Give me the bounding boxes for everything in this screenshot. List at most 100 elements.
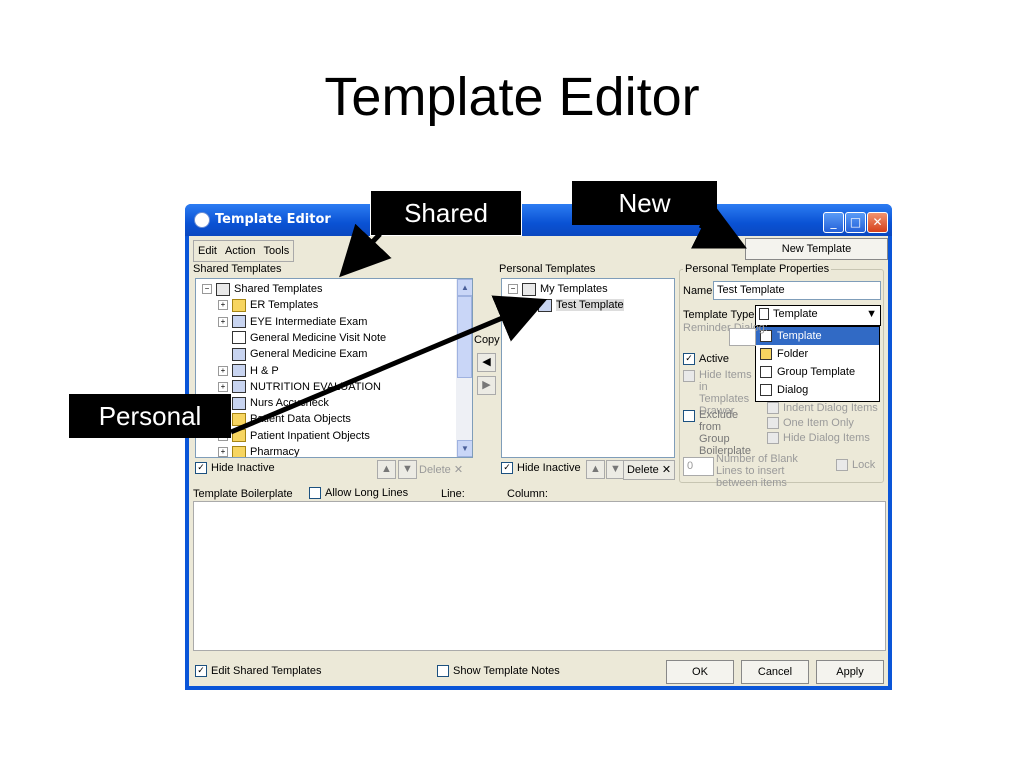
- expand-icon[interactable]: +: [218, 316, 228, 327]
- shared-hide-inactive[interactable]: ✓ Hide Inactive: [195, 462, 275, 475]
- checkbox-icon[interactable]: [683, 370, 695, 382]
- expand-icon[interactable]: +: [218, 300, 228, 311]
- tree-item-label: General Medicine Visit Note: [250, 331, 387, 344]
- type-option[interactable]: Folder: [756, 345, 879, 363]
- chevron-down-icon[interactable]: ▼: [866, 306, 877, 323]
- blank-lines-spinner[interactable]: 0: [683, 457, 714, 476]
- delete-x-icon: ✕: [453, 464, 464, 476]
- folder-icon: [232, 429, 246, 443]
- checkbox-icon[interactable]: ✓: [195, 665, 207, 678]
- scroll-up-icon[interactable]: ▲: [457, 279, 472, 296]
- document-icon: [759, 308, 769, 321]
- template-type-label: Template Type:: [683, 309, 758, 321]
- folder-icon: [232, 298, 246, 312]
- copy-label: Copy: [474, 334, 500, 346]
- scroll-down-icon[interactable]: ▼: [457, 440, 472, 457]
- boilerplate-editor[interactable]: [193, 501, 886, 651]
- menu-tools[interactable]: Tools: [264, 245, 290, 257]
- tree-item[interactable]: + Pharmacy: [218, 444, 300, 457]
- slide-title: Template Editor: [324, 67, 700, 127]
- new-template-button[interactable]: New Template: [745, 238, 888, 260]
- personal-templates-tree[interactable]: − My Templates Test Template: [501, 278, 675, 458]
- checkbox-icon[interactable]: [836, 459, 848, 472]
- shared-delete-button[interactable]: Delete ✕: [419, 463, 463, 476]
- title-bar[interactable]: Template Editor _ □ ✕: [185, 204, 892, 236]
- tree-item-label: Nurs Accucheck: [250, 397, 329, 410]
- book-icon: [522, 282, 536, 296]
- checkbox-icon[interactable]: [767, 417, 779, 430]
- expand-icon[interactable]: +: [218, 447, 228, 457]
- cancel-button[interactable]: Cancel: [741, 660, 809, 684]
- active-checkbox[interactable]: ✓ Active: [683, 353, 729, 366]
- tree-item[interactable]: + H & P: [218, 363, 279, 379]
- maximize-icon[interactable]: □: [845, 212, 866, 233]
- menu-edit[interactable]: Edit: [198, 245, 217, 257]
- checkbox-icon[interactable]: ✓: [501, 462, 513, 475]
- tree-item-label: EYE Intermediate Exam: [250, 315, 368, 328]
- exclude-checkbox[interactable]: Exclude from Group Boilerplate: [683, 409, 753, 457]
- collapse-icon[interactable]: −: [508, 284, 518, 295]
- tree-item[interactable]: Test Template: [524, 297, 624, 313]
- scroll-thumb[interactable]: [457, 296, 472, 378]
- type-option[interactable]: Group Template: [756, 363, 879, 381]
- edit-shared-checkbox[interactable]: ✓ Edit Shared Templates: [195, 665, 321, 678]
- checkbox-icon[interactable]: [767, 432, 779, 445]
- shared-templates-tree[interactable]: ▲ ▼ − Shared Templates + ER Templates + EYE I…: [195, 278, 473, 458]
- tree-item[interactable]: + ER Templates: [218, 297, 318, 313]
- type-option[interactable]: Dialog: [756, 381, 879, 399]
- apply-button[interactable]: Apply: [816, 660, 884, 684]
- book-icon: [216, 282, 230, 296]
- tree-item[interactable]: General Medicine Visit Note: [218, 330, 386, 346]
- indent-dialog-checkbox[interactable]: Indent Dialog Items: [767, 402, 878, 415]
- move-up-icon[interactable]: ▲: [586, 460, 605, 479]
- hide-dialog-items-checkbox[interactable]: Hide Dialog Items: [767, 432, 870, 445]
- reminder-dialog-field[interactable]: [729, 328, 756, 346]
- document-icon: [232, 331, 246, 345]
- tree-item[interactable]: +Patient Inpatient Objects: [218, 428, 370, 444]
- tree-item[interactable]: + EYE Intermediate Exam: [218, 314, 367, 330]
- tree-item[interactable]: +Nurs Accucheck: [218, 395, 329, 411]
- tree-item[interactable]: General Medicine Exam: [218, 346, 367, 362]
- column-label: Column:: [507, 488, 548, 500]
- one-item-only-checkbox[interactable]: One Item Only: [767, 417, 854, 430]
- close-icon[interactable]: ✕: [867, 212, 888, 233]
- tree-item[interactable]: − Shared Templates: [202, 281, 322, 297]
- app-icon: [194, 212, 210, 228]
- tree-item-label: H & P: [250, 364, 279, 377]
- show-notes-checkbox[interactable]: Show Template Notes: [437, 665, 560, 678]
- minimize-icon[interactable]: _: [823, 212, 844, 233]
- checkbox-icon[interactable]: ✓: [683, 353, 695, 366]
- tree-item-label: ER Templates: [250, 299, 319, 312]
- menu-bar: Edit Action Tools: [193, 240, 295, 262]
- dialog-icon: [232, 364, 246, 378]
- checkbox-icon[interactable]: ✓: [195, 462, 207, 475]
- dialog-icon: [232, 396, 246, 410]
- type-option[interactable]: Template: [756, 327, 879, 345]
- copy-right-arrow-icon[interactable]: ▶: [477, 376, 496, 395]
- menu-action[interactable]: Action: [225, 245, 256, 257]
- allow-long-lines-checkbox[interactable]: Allow Long Lines: [309, 487, 408, 500]
- name-field[interactable]: Test Template: [713, 281, 881, 300]
- shared-tree-scrollbar[interactable]: ▲ ▼: [456, 279, 472, 457]
- move-up-icon[interactable]: ▲: [377, 460, 396, 479]
- expand-icon[interactable]: +: [218, 365, 228, 376]
- ok-button[interactable]: OK: [666, 660, 734, 684]
- tree-item-label: My Templates: [540, 283, 608, 295]
- copy-left-arrow-icon[interactable]: ◀: [477, 353, 496, 372]
- tree-item[interactable]: − My Templates: [508, 281, 608, 297]
- checkbox-icon[interactable]: [767, 402, 779, 415]
- move-down-icon[interactable]: ▼: [398, 460, 417, 479]
- personal-hide-inactive[interactable]: ✓ Hide Inactive: [501, 462, 581, 475]
- checkbox-icon[interactable]: [683, 410, 695, 422]
- collapse-icon[interactable]: −: [202, 284, 212, 295]
- personal-delete-button[interactable]: Delete ✕: [623, 460, 675, 480]
- lock-checkbox[interactable]: Lock: [836, 459, 875, 472]
- template-type-select[interactable]: Template ▼: [755, 305, 881, 326]
- tree-item[interactable]: + NUTRITION EVALUATION: [218, 379, 381, 395]
- checkbox-icon[interactable]: [437, 665, 449, 678]
- tree-item-label: Shared Templates: [234, 283, 323, 295]
- tree-item[interactable]: +Patient Data Objects: [218, 411, 351, 427]
- expand-icon[interactable]: +: [218, 381, 228, 392]
- template-type-dropdown[interactable]: Template Folder Group Template Dialog: [755, 326, 880, 402]
- checkbox-icon[interactable]: [309, 487, 321, 500]
